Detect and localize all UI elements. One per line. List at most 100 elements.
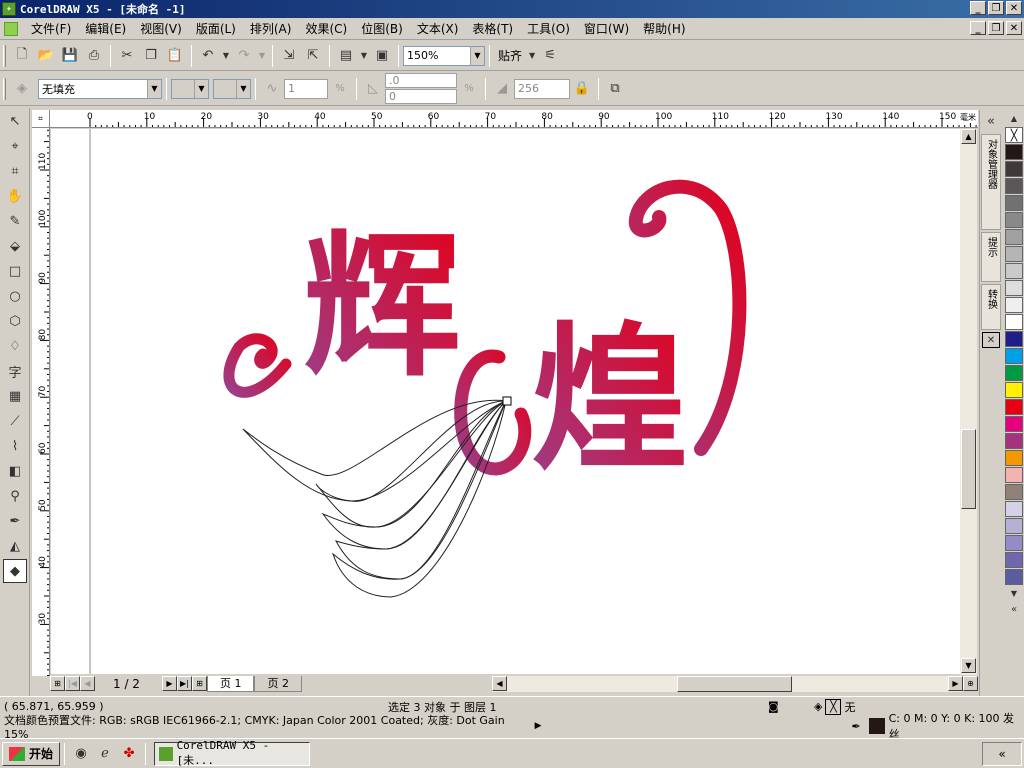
tab-page-2[interactable]: 页 2 xyxy=(254,675,302,692)
palette-swatch[interactable] xyxy=(1005,382,1023,398)
palette-swatch[interactable] xyxy=(1005,297,1023,313)
interactive-fill-tool-icon[interactable]: ◆ xyxy=(3,559,27,583)
pick-tool-icon[interactable]: ↖ xyxy=(3,109,27,133)
color-count-input[interactable]: 256 xyxy=(514,78,570,99)
palette-swatch[interactable] xyxy=(1005,161,1023,177)
snap-dropdown-icon[interactable]: ▼ xyxy=(527,45,537,67)
ruler-origin[interactable]: ⌗ xyxy=(32,110,50,128)
undo-icon[interactable]: ↶ xyxy=(197,45,219,67)
palette-scroll-down-icon[interactable]: ▼ xyxy=(1005,585,1023,601)
fill-tool-icon[interactable]: ◭ xyxy=(3,534,27,558)
chevron-down-icon[interactable]: ▼ xyxy=(194,79,208,98)
new-document-icon[interactable]: 🗋 xyxy=(11,45,33,67)
chevron-down-icon[interactable]: ▼ xyxy=(147,79,161,98)
vertical-scrollbar[interactable]: ▲ ▼ xyxy=(960,129,977,675)
redo-dropdown-icon[interactable]: ▼ xyxy=(257,45,267,67)
paste-icon[interactable]: 📋 xyxy=(164,45,186,67)
save-icon[interactable]: 💾 xyxy=(59,45,81,67)
palette-swatch[interactable] xyxy=(1005,399,1023,415)
outline-tool-icon[interactable]: ✒ xyxy=(3,509,27,533)
smart-fill-tool-icon[interactable]: ⬙ xyxy=(3,234,27,258)
application-launcher-icon[interactable]: ▤ xyxy=(335,45,357,67)
taskbar-coreldraw-button[interactable]: CorelDRAW X5 - [未... xyxy=(154,739,311,767)
restore-button[interactable]: ❐ xyxy=(988,1,1004,15)
text-tool-icon[interactable]: 字 xyxy=(3,359,27,383)
palette-swatch[interactable] xyxy=(1005,144,1023,160)
end-color-select[interactable]: ▼ xyxy=(213,78,251,99)
rectangle-tool-icon[interactable]: □ xyxy=(3,259,27,283)
docker-tab-transform[interactable]: 转换 xyxy=(981,284,1001,330)
freehand-tool-icon[interactable]: ✎ xyxy=(3,209,27,233)
menu-text[interactable]: 文本(X) xyxy=(410,20,466,37)
doc-close-button[interactable]: ✕ xyxy=(1006,21,1022,35)
polygon-tool-icon[interactable]: ⬡ xyxy=(3,309,27,333)
no-fill-indicator-icon[interactable]: ╳ xyxy=(825,698,842,715)
chrome-icon[interactable]: ◉ xyxy=(70,743,92,765)
palette-swatch[interactable] xyxy=(1005,552,1023,568)
palette-swatch[interactable] xyxy=(1005,484,1023,500)
menu-table[interactable]: 表格(T) xyxy=(465,20,520,37)
fill-handle[interactable] xyxy=(502,396,512,406)
lock-icon[interactable]: 🔒 xyxy=(571,78,593,100)
palette-swatch[interactable] xyxy=(1005,518,1023,534)
tray-expand-icon[interactable]: « xyxy=(998,747,1005,761)
add-page-end-icon[interactable]: ⊞ xyxy=(191,676,207,691)
angle-input[interactable]: .0 xyxy=(385,73,457,88)
palette-swatch[interactable] xyxy=(1005,314,1023,330)
color-profile-info[interactable]: 文档颜色预置文件: RGB: sRGB IEC61966-2.1; CMYK: … xyxy=(4,712,529,741)
palette-swatch[interactable] xyxy=(1005,195,1023,211)
scroll-left-arrow-icon[interactable]: ◀ xyxy=(491,675,507,691)
palette-swatch[interactable] xyxy=(1005,569,1023,585)
tab-page-1[interactable]: 页 1 xyxy=(206,675,255,692)
start-button[interactable]: 开始 xyxy=(2,741,61,766)
export-icon[interactable]: ⇱ xyxy=(302,45,324,67)
connector-tool-icon[interactable]: ⌇ xyxy=(3,434,27,458)
menu-layout[interactable]: 版面(L) xyxy=(189,20,243,37)
menu-file[interactable]: 文件(F) xyxy=(24,20,78,37)
open-folder-icon[interactable]: 📂 xyxy=(35,45,57,67)
add-page-icon[interactable]: ⊞ xyxy=(50,676,65,691)
horizontal-scrollbar[interactable]: ◀ ▶ xyxy=(491,675,963,692)
undo-dropdown-icon[interactable]: ▼ xyxy=(221,45,231,67)
palette-scroll-up-icon[interactable]: ▲ xyxy=(1005,110,1023,126)
doc-restore-button[interactable]: ❐ xyxy=(988,21,1004,35)
horizontal-ruler[interactable]: 0 10 20 30 40 50 60 70 80 90 100 110 120 130 140 150 毫米 xyxy=(50,110,978,128)
cut-icon[interactable]: ✂ xyxy=(116,45,138,67)
outline-color-swatch[interactable] xyxy=(868,718,885,734)
palette-swatch[interactable] xyxy=(1005,450,1023,466)
horizontal-scroll-thumb[interactable] xyxy=(676,675,792,692)
snap-to-label[interactable]: 贴齐 xyxy=(498,47,522,64)
palette-swatch[interactable] xyxy=(1005,178,1023,194)
print-icon[interactable]: ⎙ xyxy=(83,45,105,67)
toolbar-grip[interactable] xyxy=(3,44,6,67)
snapshot-icon[interactable]: ◙ xyxy=(768,700,814,713)
palette-swatch[interactable] xyxy=(1005,365,1023,381)
minimize-button[interactable]: _ xyxy=(970,1,986,15)
palette-swatch[interactable] xyxy=(1005,212,1023,228)
palette-swatch[interactable] xyxy=(1005,416,1023,432)
palette-expand-icon[interactable]: « xyxy=(1005,601,1023,617)
menu-window[interactable]: 窗口(W) xyxy=(577,20,636,37)
scroll-down-arrow-icon[interactable]: ▼ xyxy=(961,658,976,673)
zoom-navigator-icon[interactable]: ⊕ xyxy=(963,676,978,691)
pan-tool-icon[interactable]: ✋ xyxy=(3,184,27,208)
ellipse-tool-icon[interactable]: ○ xyxy=(3,284,27,308)
zoom-level-select[interactable]: 150% ▼ xyxy=(403,45,485,66)
menu-view[interactable]: 视图(V) xyxy=(133,20,189,37)
palette-swatch[interactable] xyxy=(1005,263,1023,279)
docker-tab-hints[interactable]: 提示 xyxy=(981,232,1001,282)
welcome-screen-icon[interactable]: ▣ xyxy=(371,45,393,67)
dimension-tool-icon[interactable]: ⟋ xyxy=(3,409,27,433)
menu-effects[interactable]: 效果(C) xyxy=(298,20,354,37)
scroll-right-arrow-icon[interactable]: ▶ xyxy=(948,675,963,691)
palette-swatch[interactable] xyxy=(1005,229,1023,245)
menu-arrange[interactable]: 排列(A) xyxy=(243,20,299,37)
palette-swatch[interactable] xyxy=(1005,535,1023,551)
copy-icon[interactable]: ❐ xyxy=(140,45,162,67)
blend-tool-icon[interactable]: ◧ xyxy=(3,459,27,483)
docker-tab-object-manager[interactable]: 对象管理器 xyxy=(981,134,1001,230)
first-page-icon[interactable]: |◀ xyxy=(65,676,80,691)
close-button[interactable]: ✕ xyxy=(1006,1,1022,15)
menu-tools[interactable]: 工具(O) xyxy=(520,20,577,37)
doc-minimize-button[interactable]: _ xyxy=(970,21,986,35)
